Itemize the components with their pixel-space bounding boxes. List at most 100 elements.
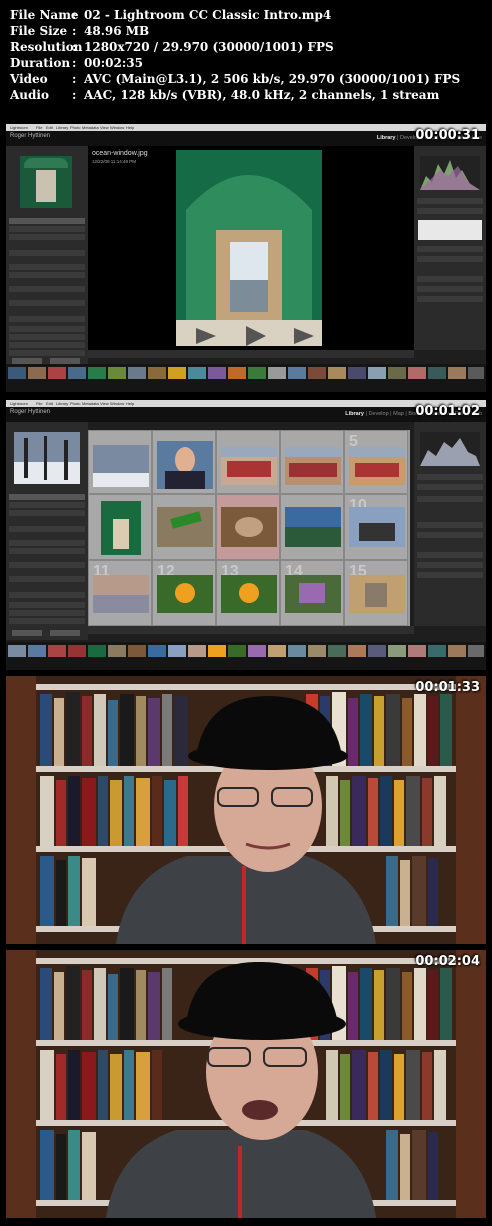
module-develop[interactable]: Develop bbox=[368, 411, 388, 417]
filmstrip-thumb[interactable] bbox=[468, 645, 484, 657]
filmstrip-thumb[interactable] bbox=[188, 367, 206, 379]
grid-cell[interactable] bbox=[152, 494, 216, 560]
filmstrip-thumb[interactable] bbox=[388, 645, 406, 657]
filmstrip-thumb[interactable] bbox=[248, 645, 266, 657]
menu-item[interactable]: Edit bbox=[46, 400, 53, 407]
menu-item[interactable]: Help bbox=[126, 124, 134, 131]
menu-item[interactable]: Library bbox=[56, 400, 68, 407]
filmstrip-thumb[interactable] bbox=[168, 645, 186, 657]
filmstrip-thumb[interactable] bbox=[208, 367, 226, 379]
navigator-preview[interactable] bbox=[14, 432, 80, 484]
filmstrip-thumb[interactable] bbox=[108, 645, 126, 657]
filmstrip-thumb[interactable] bbox=[68, 645, 86, 657]
module-library[interactable]: Library bbox=[345, 411, 364, 417]
filmstrip-thumb[interactable] bbox=[328, 367, 346, 379]
collections-header[interactable] bbox=[9, 286, 85, 292]
keywording-row[interactable] bbox=[417, 208, 483, 214]
menu-item[interactable]: Window bbox=[110, 124, 124, 131]
keyword-set-row[interactable] bbox=[417, 532, 483, 538]
menu-item[interactable]: Help bbox=[126, 400, 134, 407]
grid-cell[interactable]: 5 bbox=[344, 430, 408, 494]
filmstrip-thumb[interactable] bbox=[448, 367, 466, 379]
grid-cell-selected[interactable] bbox=[216, 494, 280, 560]
filmstrip[interactable] bbox=[6, 642, 486, 670]
filmstrip-thumb[interactable] bbox=[128, 645, 146, 657]
folder-item[interactable] bbox=[9, 272, 85, 278]
grid-cell[interactable] bbox=[280, 430, 344, 494]
filmstrip-thumb[interactable] bbox=[328, 645, 346, 657]
folder-item[interactable] bbox=[9, 548, 85, 554]
filmstrip-thumb[interactable] bbox=[348, 645, 366, 657]
keyword-list-row[interactable] bbox=[417, 552, 483, 558]
keyword-set-row[interactable] bbox=[417, 256, 483, 262]
menu-item[interactable]: Metadata bbox=[82, 400, 99, 407]
menu-item[interactable]: View bbox=[100, 124, 109, 131]
filmstrip-thumb[interactable] bbox=[288, 367, 306, 379]
publish-item[interactable] bbox=[9, 602, 85, 608]
filmstrip-thumb[interactable] bbox=[28, 645, 46, 657]
catalog-item[interactable] bbox=[9, 234, 85, 240]
folders-header[interactable] bbox=[9, 526, 85, 532]
publish-item[interactable] bbox=[9, 618, 85, 624]
menu-item[interactable]: Library bbox=[56, 124, 68, 131]
filmstrip-thumb[interactable] bbox=[8, 645, 26, 657]
filmstrip-thumb[interactable] bbox=[428, 645, 446, 657]
catalog-item[interactable] bbox=[9, 510, 85, 516]
filmstrip-thumb[interactable] bbox=[368, 645, 386, 657]
filmstrip-thumb[interactable] bbox=[308, 367, 326, 379]
menu-item[interactable]: File bbox=[36, 400, 42, 407]
keyword-tags-row[interactable] bbox=[417, 496, 483, 502]
menu-item[interactable]: Metadata bbox=[82, 124, 99, 131]
menu-item[interactable]: Lightroom bbox=[10, 124, 28, 131]
filmstrip-thumb[interactable] bbox=[188, 645, 206, 657]
filmstrip-thumb[interactable] bbox=[288, 645, 306, 657]
grid-cell[interactable]: 11 bbox=[88, 560, 152, 626]
grid-cell[interactable] bbox=[216, 430, 280, 494]
publish-item[interactable] bbox=[9, 334, 85, 340]
filmstrip-thumb[interactable] bbox=[388, 367, 406, 379]
grid-cell[interactable] bbox=[88, 430, 152, 494]
publish-services-header[interactable] bbox=[9, 316, 85, 322]
filmstrip-thumb[interactable] bbox=[88, 367, 106, 379]
filmstrip-thumb[interactable] bbox=[268, 367, 286, 379]
filmstrip-thumb[interactable] bbox=[48, 367, 66, 379]
grid-cell[interactable] bbox=[280, 494, 344, 560]
publish-item[interactable] bbox=[9, 350, 85, 356]
filmstrip-thumb[interactable] bbox=[428, 367, 446, 379]
filmstrip-thumb[interactable] bbox=[148, 645, 166, 657]
navigator-preview[interactable] bbox=[20, 156, 72, 208]
grid-toolbar[interactable] bbox=[88, 626, 414, 634]
module-map[interactable]: Map bbox=[393, 411, 404, 417]
publish-services-header[interactable] bbox=[9, 592, 85, 598]
grid-cell[interactable]: 12 bbox=[152, 560, 216, 626]
comments-row[interactable] bbox=[417, 296, 483, 302]
filmstrip-thumb[interactable] bbox=[128, 367, 146, 379]
menu-item[interactable]: Photo bbox=[70, 124, 80, 131]
grid-cell[interactable] bbox=[152, 430, 216, 494]
filmstrip-thumb[interactable] bbox=[208, 645, 226, 657]
quick-develop-row[interactable] bbox=[417, 474, 483, 480]
import-button[interactable] bbox=[12, 630, 42, 636]
filmstrip-thumb[interactable] bbox=[228, 645, 246, 657]
grid-cell[interactable]: 14 bbox=[280, 560, 344, 626]
filmstrip-thumb[interactable] bbox=[228, 367, 246, 379]
filmstrip-thumb[interactable] bbox=[268, 645, 286, 657]
filmstrip-thumb[interactable] bbox=[408, 367, 426, 379]
filmstrip-thumb[interactable] bbox=[68, 367, 86, 379]
publish-item[interactable] bbox=[9, 342, 85, 348]
keyword-tags-field[interactable] bbox=[418, 220, 482, 240]
grid-view[interactable]: 5 10 11 12 13 14 15 bbox=[88, 430, 410, 626]
collection-item[interactable] bbox=[9, 300, 85, 306]
grid-cell[interactable]: 15 bbox=[344, 560, 408, 626]
folder-item[interactable] bbox=[9, 264, 85, 270]
catalog-item[interactable] bbox=[9, 226, 85, 232]
menu-item[interactable]: Window bbox=[110, 400, 124, 407]
filmstrip-thumb[interactable] bbox=[8, 367, 26, 379]
grid-cell[interactable]: 13 bbox=[216, 560, 280, 626]
filmstrip[interactable] bbox=[6, 364, 486, 392]
filmstrip-thumb[interactable] bbox=[448, 645, 466, 657]
filmstrip-thumb[interactable] bbox=[368, 367, 386, 379]
grid-cell[interactable]: 10 bbox=[344, 494, 408, 560]
filmstrip-thumb[interactable] bbox=[108, 367, 126, 379]
filmstrip-thumb[interactable] bbox=[408, 645, 426, 657]
